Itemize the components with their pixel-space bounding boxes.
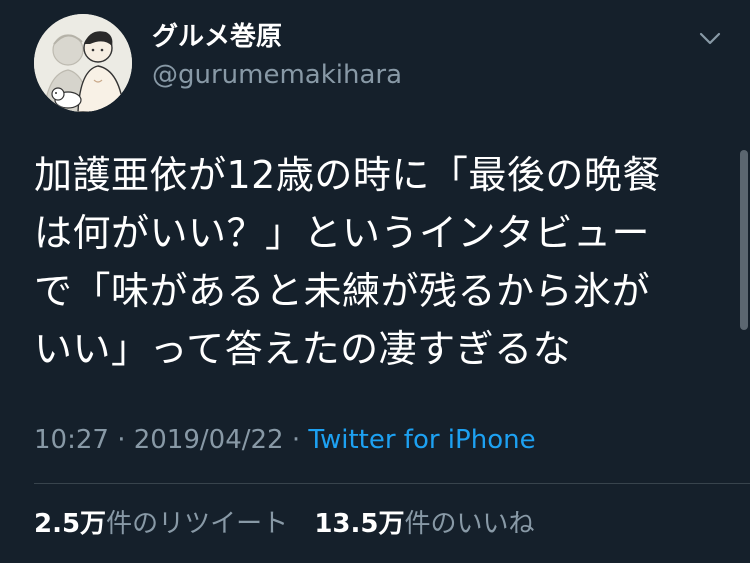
tweet-header: グルメ巻原 @gurumemakihara: [34, 14, 734, 114]
scrollbar[interactable]: [740, 150, 748, 330]
chevron-down-icon[interactable]: [698, 26, 722, 50]
author-display-name[interactable]: グルメ巻原: [152, 20, 282, 54]
avatar-illustration: [34, 14, 132, 112]
divider: [34, 483, 750, 484]
avatar[interactable]: [34, 14, 132, 112]
retweets-label: 件のリツイート: [106, 509, 289, 539]
meta-separator: ·: [291, 425, 301, 455]
author-handle[interactable]: @gurumemakihara: [152, 58, 402, 92]
tweet-text-line: 加護亜依が12歳の時に「最後の晩餐: [34, 153, 661, 197]
likes-count: 13.5万: [314, 509, 405, 539]
tweet-time[interactable]: 10:27: [34, 425, 109, 455]
meta-separator: ·: [117, 425, 126, 455]
retweets-stat[interactable]: 2.5万件のリツイート: [34, 509, 288, 539]
retweets-count: 2.5万: [34, 509, 107, 539]
tweet-text: 加護亜依が12歳の時に「最後の晩餐 は何がいい？」というインタビュー で「味があ…: [34, 146, 714, 378]
likes-label: 件のいいね: [404, 509, 535, 539]
tweet-text-line: は何がいい？」というインタビュー: [34, 211, 651, 255]
likes-stat[interactable]: 13.5万件のいいね: [314, 509, 534, 539]
tweet-text-line: いい」って答えたの凄すぎるな: [34, 327, 572, 371]
tweet-meta: 10:27 · 2019/04/22 · Twitter for iPhone: [34, 422, 536, 458]
tweet-text-line: で「味があると未練が残るから氷が: [34, 269, 651, 313]
tweet-detail: グルメ巻原 @gurumemakihara 加護亜依が12歳の時に「最後の晩餐 …: [0, 0, 750, 563]
tweet-date[interactable]: 2019/04/22: [134, 425, 284, 455]
tweet-source-link[interactable]: Twitter for iPhone: [308, 425, 535, 455]
tweet-stats: 2.5万件のリツイート 13.5万件のいいね: [34, 506, 535, 542]
